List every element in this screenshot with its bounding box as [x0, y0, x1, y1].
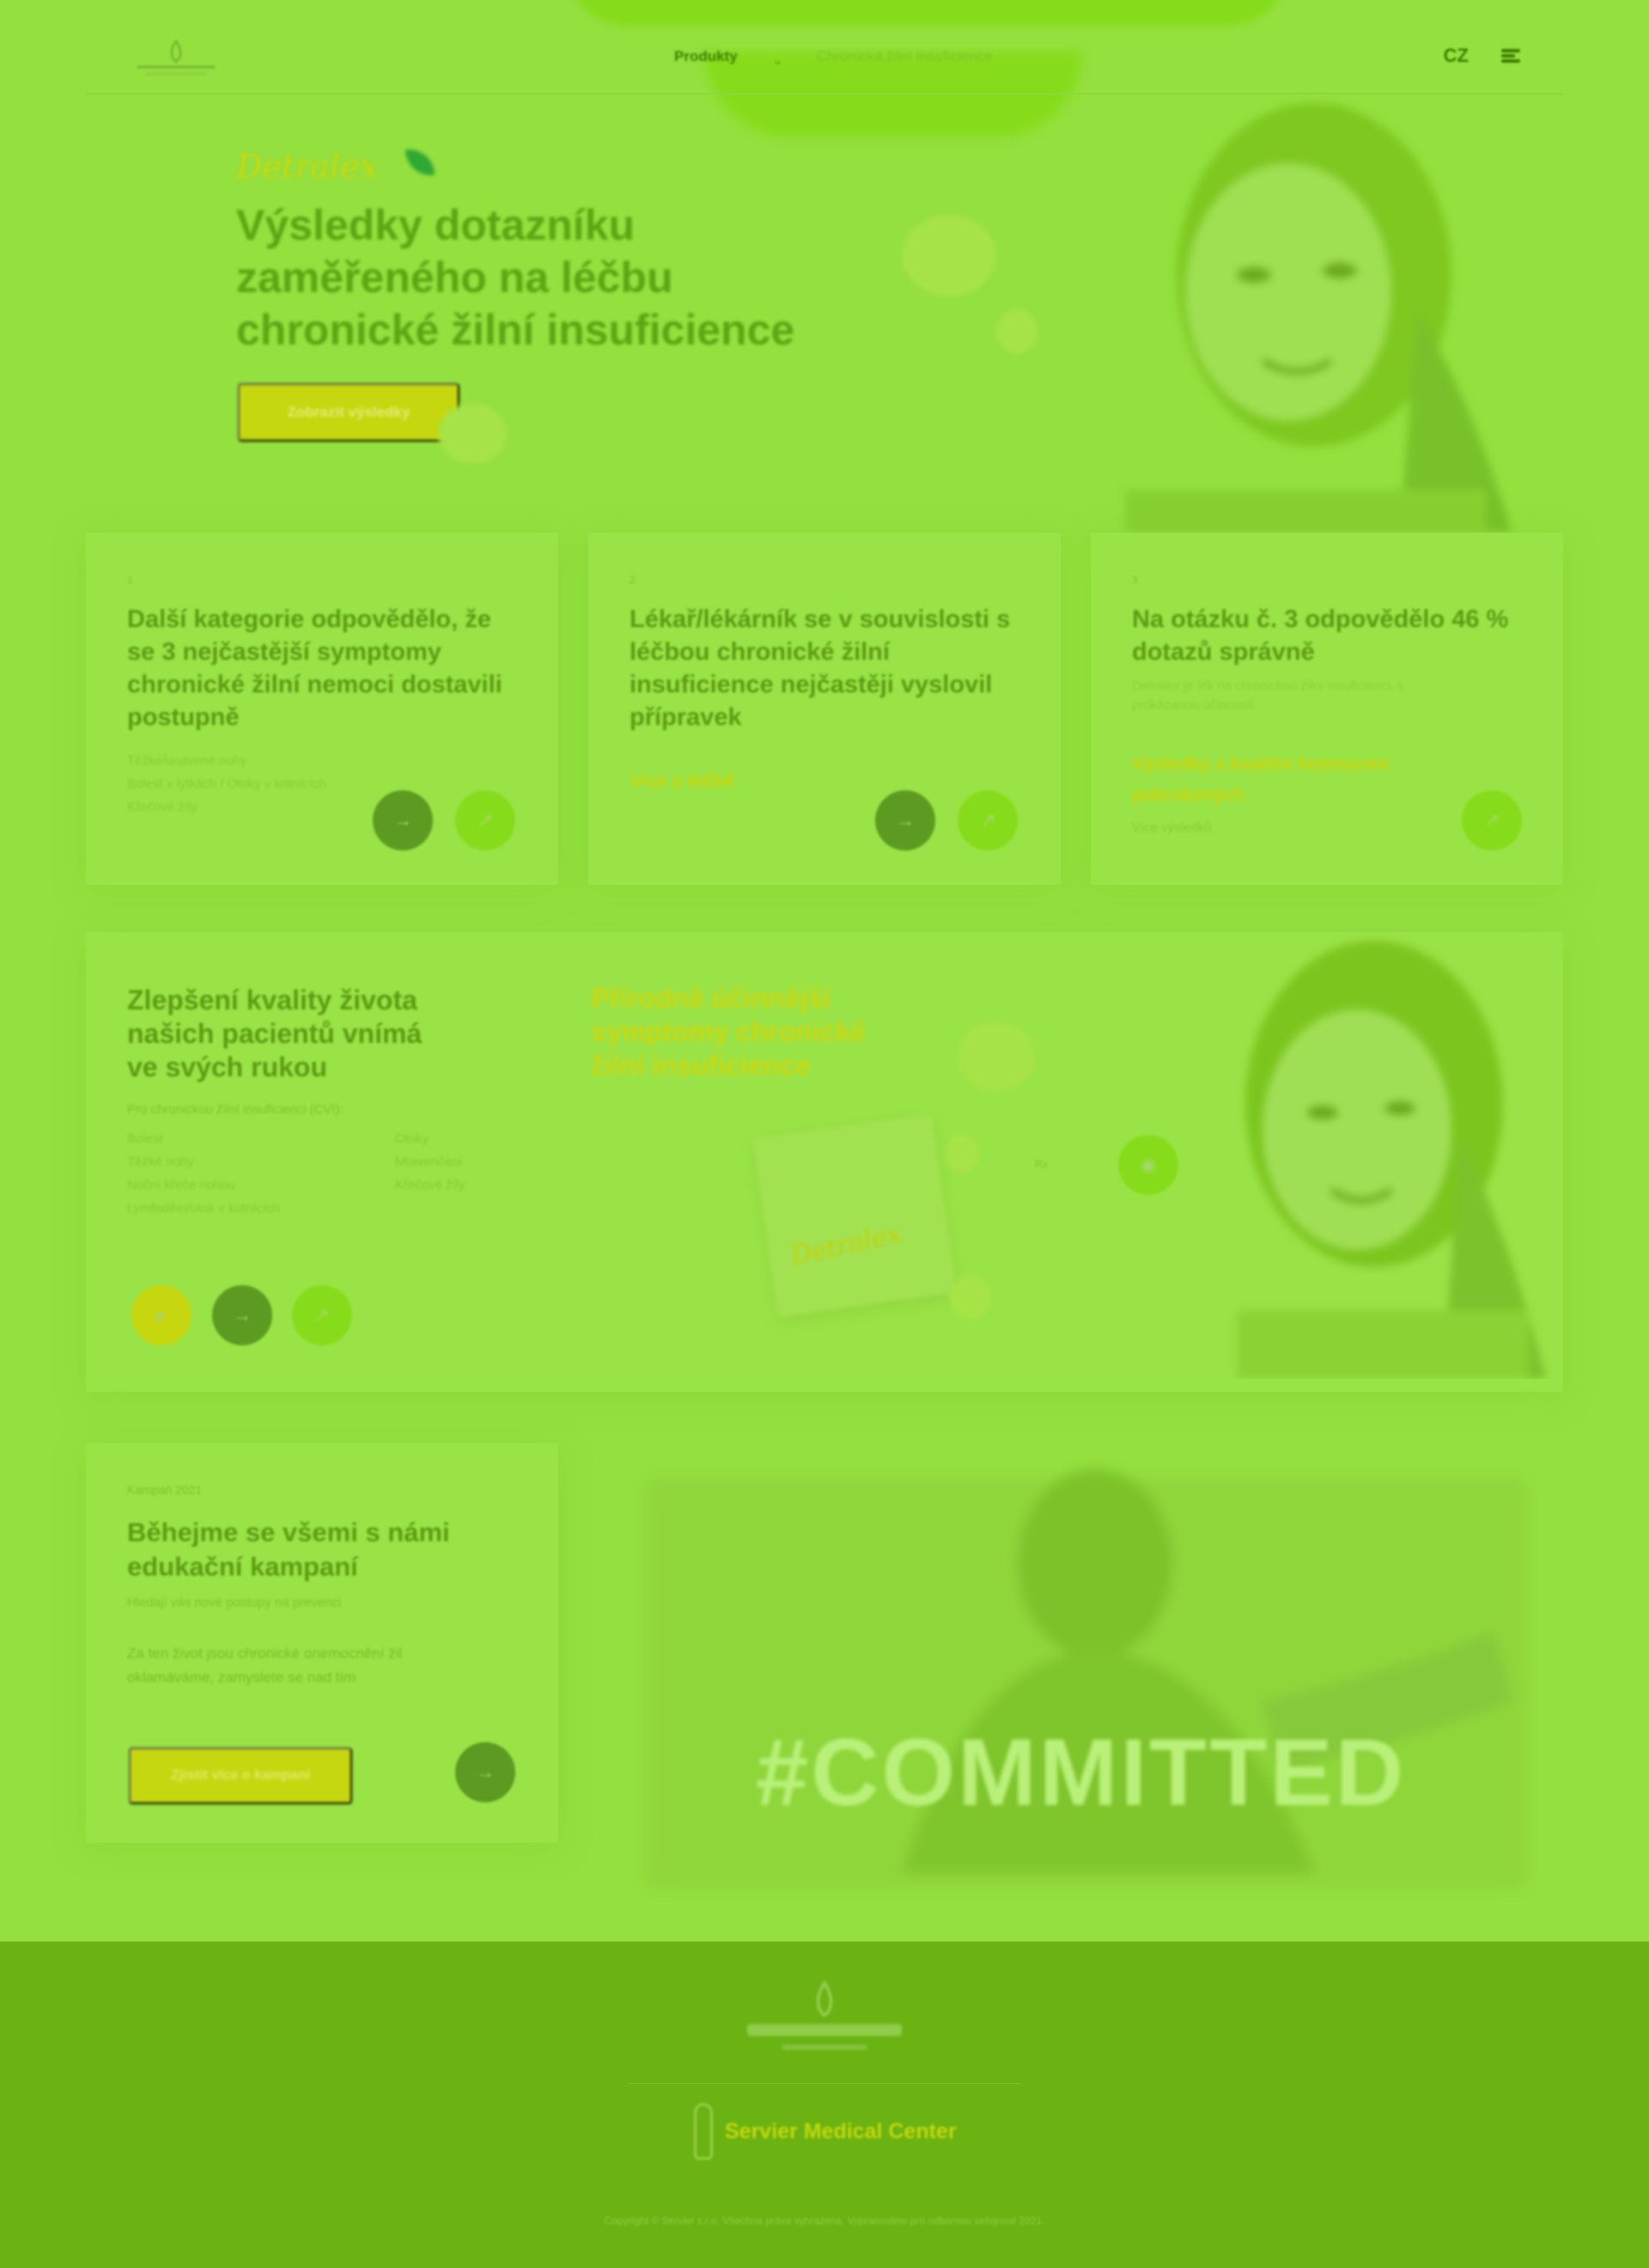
arrow-right-icon[interactable]: →: [455, 1742, 515, 1802]
card-number: 1: [127, 574, 133, 586]
apple-decor: [945, 1134, 979, 1173]
footer-divider: [627, 2083, 1022, 2084]
symptom-list-right: Otoky Mravenčení Křečové žíly: [395, 1127, 465, 1197]
pill-icon: ◉: [1118, 1135, 1178, 1195]
arrow-right-icon[interactable]: →: [212, 1285, 272, 1345]
site-footer: Servier Medical Center Copyright © Servi…: [0, 1942, 1649, 2268]
nav-cvi[interactable]: Chronická žilní insuficience: [817, 48, 993, 65]
nav-products[interactable]: Produkty: [674, 48, 738, 65]
card-link[interactable]: Výsledky a kvalitní hodnocení pokrokovýc…: [1132, 749, 1415, 811]
hero-title: Výsledky dotazníku zaměřeného na léčbu c…: [236, 201, 795, 354]
apple-decor: [958, 1022, 1035, 1091]
apple-decor: [438, 404, 507, 464]
main-nav: Produkty ⌄ Chronická žilní insuficience: [674, 48, 993, 68]
list-item: Noční křeče nohou: [127, 1178, 235, 1192]
info-card-3: 3 Na otázku č. 3 odpovědělo 46 % dotazů …: [1091, 533, 1563, 885]
card-list: Těžké/unavené nohy Bolest v lýtkách / Ot…: [127, 749, 326, 819]
campaign-eyebrow: Kampaň 2021: [127, 1483, 203, 1497]
footer-logo[interactable]: [739, 1976, 910, 2070]
arrow-right-icon[interactable]: →: [875, 790, 935, 850]
campaign-image: [610, 1443, 1563, 1899]
card-link[interactable]: Více o léčbě: [630, 771, 733, 792]
share-icon[interactable]: ↗: [292, 1285, 352, 1345]
partner-name: Servier Medical Center: [725, 2119, 957, 2143]
list-item: Lymfedém/otok v kotnících: [127, 1201, 280, 1216]
list-item: Otoky: [395, 1131, 429, 1146]
promo-title: Zlepšení kvality života našich pacientů …: [127, 985, 423, 1082]
list-item: Těžké nohy: [127, 1155, 194, 1169]
language-switch[interactable]: CZ: [1444, 45, 1469, 67]
card-number: 2: [630, 574, 636, 586]
hero-woman-photo: [1074, 86, 1555, 533]
info-card-2: 2 Lékař/lékárník se v souvislosti s léčb…: [588, 533, 1061, 885]
info-card-1: 1 Další kategorie odpovědělo, že se 3 ne…: [86, 533, 558, 885]
share-icon[interactable]: ↗: [1462, 790, 1522, 850]
apple-decor: [996, 309, 1037, 354]
partner-figure-icon: [694, 2103, 713, 2160]
list-item: Bolest: [127, 1131, 163, 1146]
side-badge: Rx: [1035, 1158, 1048, 1170]
list-item: Více výsledků: [1132, 820, 1212, 835]
campaign-title: Běhejme se všemi s námi edukační kampaní: [127, 1517, 450, 1582]
list-item: Mravenčení: [395, 1155, 463, 1169]
list-item: Křečové žíly: [395, 1178, 465, 1192]
apple-decor: [949, 1276, 992, 1319]
card-number: 3: [1132, 574, 1138, 586]
card-list: Více výsledků: [1132, 816, 1212, 839]
card-title: Další kategorie odpovědělo, že se 3 nejč…: [127, 606, 502, 731]
play-icon[interactable]: ▸: [131, 1285, 192, 1345]
symptom-list-left: Bolest Těžké nohy Noční křeče nohou Lymf…: [127, 1127, 280, 1220]
hero-results-button[interactable]: Zobrazit výsledky: [238, 383, 459, 442]
card-title: Lékař/lékárník se v souvislosti s léčbou…: [630, 606, 1011, 731]
campaign-button[interactable]: Zjistit více o kampani: [129, 1747, 352, 1804]
card-title: Na otázku č. 3 odpovědělo 46 % dotazů sp…: [1132, 606, 1509, 666]
promo-subtitle: Pro chronickou žilní insuficienci (CVI):: [127, 1102, 344, 1117]
apple-decor: [902, 215, 996, 296]
list-item: Křečové žíly: [127, 800, 198, 814]
footer-copyright: Copyright © Servier s.r.o. Všechna práva…: [604, 2215, 1045, 2227]
chevron-down-icon[interactable]: ⌄: [772, 52, 783, 68]
leaf-icon: [405, 149, 435, 175]
promo-woman-photo: [1202, 932, 1563, 1379]
share-icon[interactable]: ↗: [958, 790, 1018, 850]
campaign-text: Za ten život jsou chronické onemocnění ž…: [127, 1645, 403, 1686]
share-icon[interactable]: ↗: [455, 790, 515, 850]
search-icon[interactable]: [1501, 49, 1520, 63]
committed-hashtag: #COMMITTED: [756, 1720, 1407, 1826]
promo-highlight: Přírodně účinnější symptomy chronické ži…: [591, 983, 867, 1081]
campaign-subtitle: Hledají vás nové postupy na prevenci: [127, 1595, 342, 1610]
hero-brand: Detralex: [236, 148, 379, 186]
card-description: Detralex je lék na chronickou žilní insu…: [1132, 679, 1404, 712]
top-decor-shape: [567, 0, 1288, 26]
site-header: Produkty ⌄ Chronická žilní insuficience …: [86, 26, 1563, 94]
product-package: [752, 1113, 957, 1318]
partner-link[interactable]: Servier Medical Center: [694, 2103, 957, 2160]
list-item: Těžké/unavené nohy: [127, 753, 247, 768]
arrow-right-icon[interactable]: →: [373, 790, 433, 850]
list-item: Bolest v lýtkách / Otoky v kotnících: [127, 777, 326, 791]
brand-logo[interactable]: [129, 36, 223, 77]
